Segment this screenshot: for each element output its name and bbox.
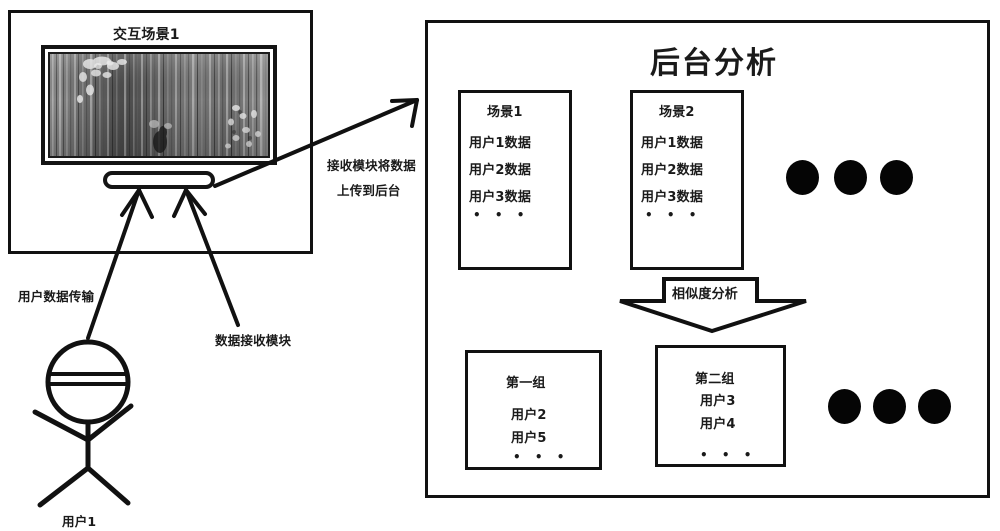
group-box-1-title: 第一组	[506, 376, 546, 391]
scene-more-dot-1	[786, 160, 819, 195]
data-receiver-module-label: 数据接收模块	[215, 333, 292, 348]
group-box-1-ellipsis: • • •	[513, 450, 570, 464]
group-box-2-ellipsis: • • •	[700, 448, 757, 462]
group-more-dot-2	[873, 389, 906, 424]
waterfall-image	[50, 54, 268, 156]
user-data-transmission-label: 用户数据传输	[18, 289, 95, 304]
group-more-dot-3	[918, 389, 951, 424]
group-box-2-title: 第二组	[695, 372, 735, 387]
scene-box-2-title: 场景2	[659, 105, 695, 120]
scene-box-2-ellipsis: • • •	[645, 208, 702, 222]
user-stick-figure-icon	[32, 339, 134, 508]
scene-box-1-ellipsis: • • •	[473, 208, 530, 222]
group-box-1-item-0: 用户2	[511, 408, 547, 423]
scene-box-2-item-2: 用户3数据	[641, 190, 704, 205]
group-box-1-item-1: 用户5	[511, 431, 547, 446]
upload-arrow-label-line2: 上传到后台	[337, 183, 401, 198]
tv-screen-content	[50, 54, 268, 156]
user-label: 用户1	[62, 514, 97, 529]
scene-box-1-item-0: 用户1数据	[469, 136, 532, 151]
scene-box-2-item-0: 用户1数据	[641, 136, 704, 151]
scene-box-1-item-2: 用户3数据	[469, 190, 532, 205]
scene-box-1-item-1: 用户2数据	[469, 163, 532, 178]
similarity-arrow-label-front: 相似度分析	[672, 287, 739, 302]
diagram-canvas: 交互场景1 后台分析 场景1 用户1数据 用户2数据 用户3数据 • • • 场…	[0, 0, 1000, 531]
data-receiver-module	[103, 171, 215, 189]
scene-box-2-item-1: 用户2数据	[641, 163, 704, 178]
scene-more-dot-3	[880, 160, 913, 195]
group-box-2-item-0: 用户3	[700, 394, 736, 409]
scene-box-1-title: 场景1	[487, 105, 523, 120]
group-more-dot-1	[828, 389, 861, 424]
upload-arrow-label-line1: 接收模块将数据	[327, 158, 416, 173]
backend-analysis-title: 后台分析	[650, 46, 778, 81]
scene-more-dot-2	[834, 160, 867, 195]
group-box-2-item-1: 用户4	[700, 417, 736, 432]
interaction-scene-title: 交互场景1	[113, 27, 180, 43]
